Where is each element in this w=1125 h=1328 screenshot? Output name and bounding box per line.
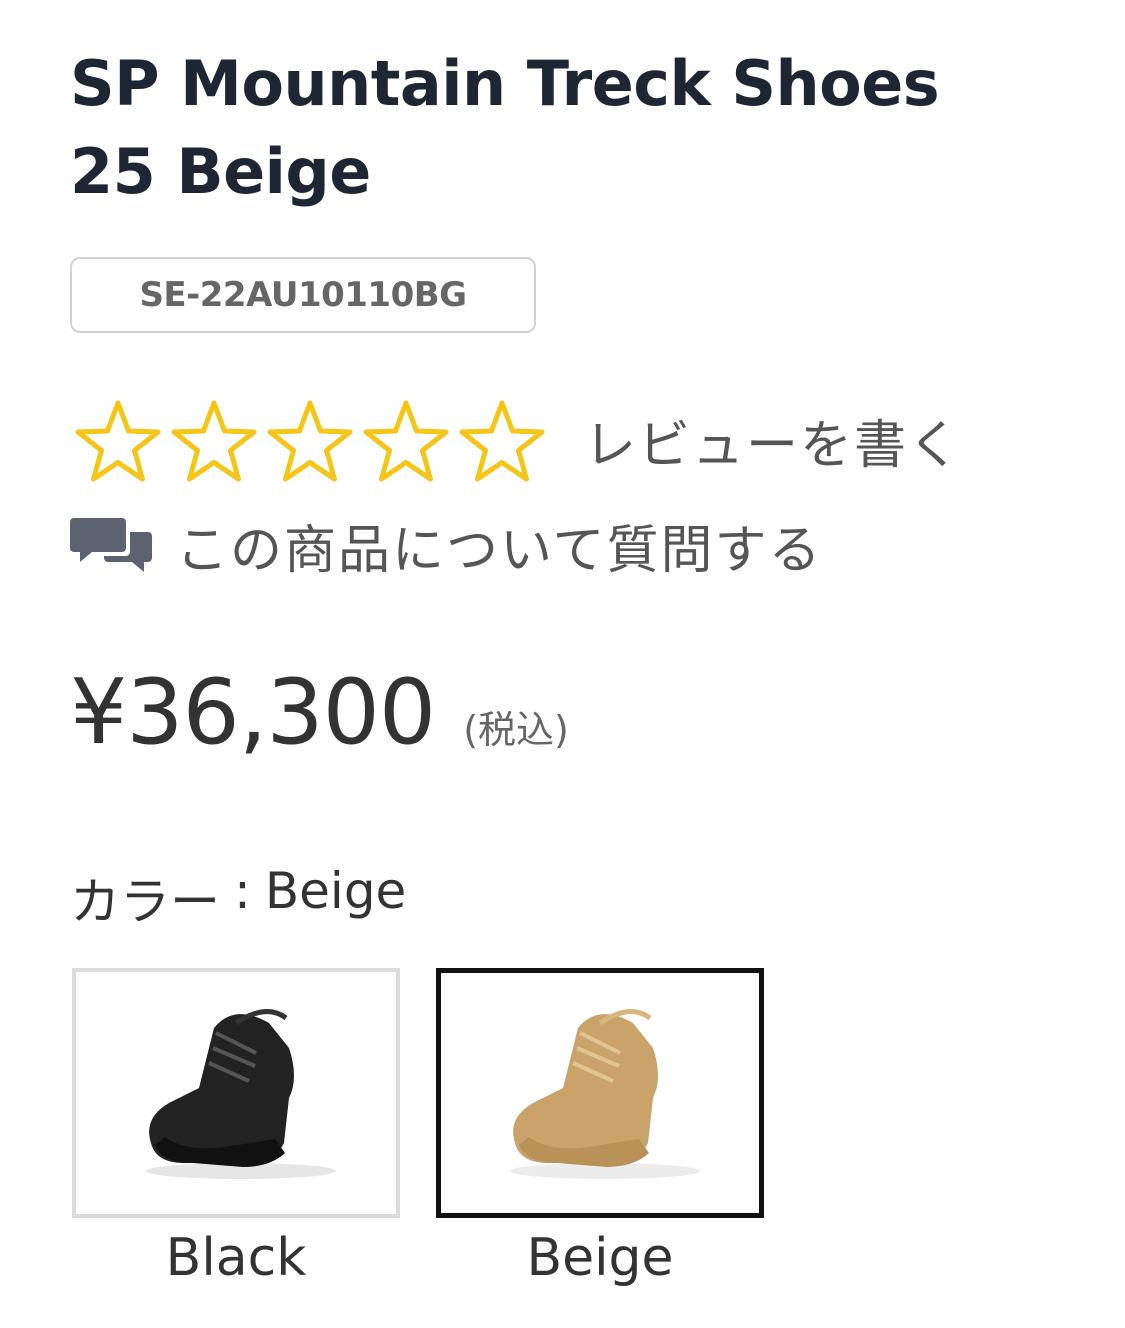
star-icon[interactable] bbox=[358, 395, 454, 485]
product-title-line2: 25 Beige bbox=[70, 135, 371, 208]
color-option-black[interactable]: Black bbox=[72, 968, 400, 1288]
price-amount: ¥36,300 bbox=[70, 660, 436, 765]
star-icon[interactable] bbox=[454, 395, 550, 485]
price-row: ¥36,300 (税込) bbox=[70, 660, 569, 765]
color-label: カラー bbox=[70, 873, 220, 931]
color-separator: : bbox=[234, 862, 251, 920]
selected-color-value: Beige bbox=[264, 862, 407, 920]
ask-question-link[interactable]: この商品について質問する bbox=[70, 500, 822, 590]
product-title-line1: SP Mountain Treck Shoes bbox=[70, 47, 940, 120]
color-selection-label: カラー : Beige bbox=[70, 862, 406, 934]
write-review-link[interactable]: レビューを書く bbox=[584, 403, 962, 478]
product-title: SP Mountain Treck Shoes 25 Beige bbox=[70, 40, 1120, 216]
color-option-beige[interactable]: Beige bbox=[436, 968, 764, 1288]
chat-bubbles-icon bbox=[70, 518, 152, 572]
black-boot-image bbox=[146, 1009, 336, 1179]
color-swatches: Black Beige bbox=[72, 968, 764, 1288]
star-icon[interactable] bbox=[262, 395, 358, 485]
swatch-image-frame[interactable] bbox=[72, 968, 400, 1218]
swatch-image-frame[interactable] bbox=[436, 968, 764, 1218]
sku-badge: SE-22AU10110BG bbox=[70, 257, 536, 333]
color-option-label: Black bbox=[165, 1228, 307, 1288]
star-icon[interactable] bbox=[70, 395, 166, 485]
ask-question-label: この商品について質問する bbox=[176, 520, 823, 581]
color-option-label: Beige bbox=[526, 1228, 674, 1288]
tax-note: (税込) bbox=[463, 708, 569, 752]
star-rating[interactable] bbox=[70, 395, 550, 485]
beige-boot-image bbox=[510, 1009, 700, 1179]
rating-row: レビューを書く bbox=[70, 395, 962, 485]
star-icon[interactable] bbox=[166, 395, 262, 485]
